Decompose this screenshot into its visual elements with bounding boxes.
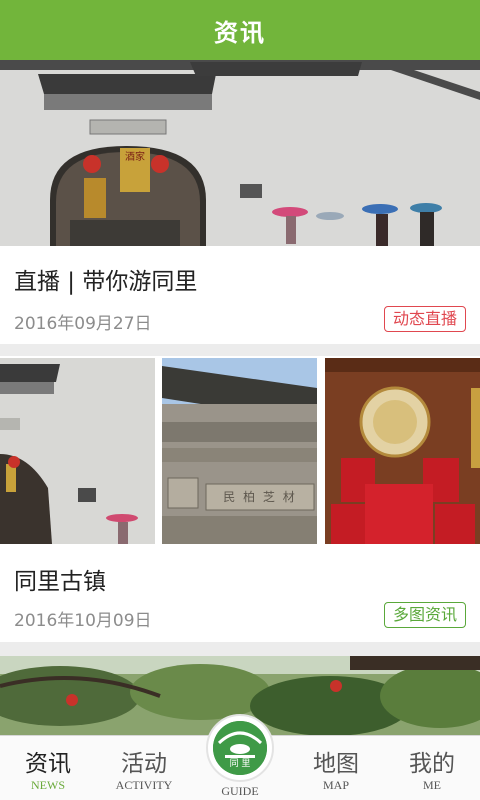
tab-activity-sublabel: ACTIVITY (115, 778, 173, 792)
tab-map-sublabel: MAP (322, 778, 349, 792)
tab-activity-label: 活动 (121, 751, 167, 777)
article-card-live[interactable]: 酒家 直播 | 带你游同里 2016年09月27日 动态直播 (0, 60, 480, 344)
tab-guide-sublabel: GUIDE (221, 784, 259, 798)
guide-logo-text: 同 里 (229, 759, 251, 769)
tab-news[interactable]: 资讯 NEWS (0, 736, 96, 800)
article-date: 2016年09月27日 (14, 314, 152, 334)
article-cover-image: 酒家 (0, 60, 480, 246)
gallery-image-1 (0, 358, 155, 544)
tab-me[interactable]: 我的 ME (384, 736, 480, 800)
article-title[interactable]: 直播 | 带你游同里 (14, 262, 197, 296)
guide-logo-icon: 同 里 (213, 721, 267, 775)
article-card-gallery[interactable]: 民 柏 芝 材 同里古镇 2016年10月09日 多图资讯 (0, 356, 480, 642)
tab-me-sublabel: ME (423, 778, 441, 792)
gallery-image-3 (325, 358, 480, 544)
news-feed[interactable]: 酒家 直播 | 带你游同里 2016年09月27日 动态直播 民 柏 芝 材 同… (0, 60, 480, 735)
tab-activity[interactable]: 活动 ACTIVITY (96, 736, 192, 800)
article-date: 2016年10月09日 (14, 611, 152, 631)
top-app-bar: 资讯 (0, 0, 480, 60)
tab-me-label: 我的 (409, 751, 455, 777)
tab-guide[interactable]: 同 里 (206, 714, 274, 782)
live-tag-badge: 动态直播 (383, 306, 466, 332)
article-title[interactable]: 同里古镇 (14, 562, 106, 596)
tab-news-label: 资讯 (25, 751, 71, 777)
gallery-tag-badge: 多图资讯 (383, 602, 466, 628)
tab-news-sublabel: NEWS (31, 778, 65, 792)
lantern-sign-1: 酒家 (125, 152, 145, 163)
gallery-image-2: 民 柏 芝 材 (162, 358, 317, 544)
tab-map-label: 地图 (313, 751, 359, 777)
carved-plaque-text: 民 柏 芝 材 (223, 490, 297, 504)
tab-map[interactable]: 地图 MAP (288, 736, 384, 800)
page-title: 资讯 (214, 18, 266, 47)
